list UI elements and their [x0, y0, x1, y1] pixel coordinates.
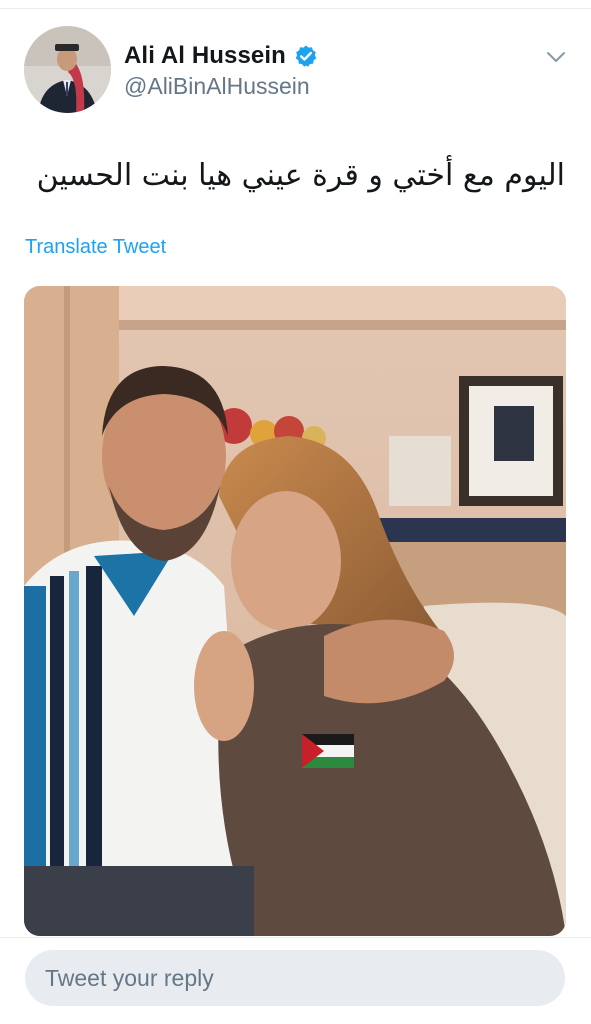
- profile-photo-icon[interactable]: [24, 26, 111, 113]
- user-handle[interactable]: @AliBinAlHussein: [124, 73, 310, 100]
- tweet-photo[interactable]: [24, 286, 566, 936]
- translate-tweet-link[interactable]: Translate Tweet: [25, 236, 166, 259]
- tweet-text: اليوم مع أختي و قرة عيني هيا بنت الحسين: [36, 158, 565, 193]
- tweet-header: Ali Al Hussein @AliBinAlHussein: [24, 26, 569, 116]
- verified-badge-icon: [294, 44, 318, 68]
- reply-input[interactable]: Tweet your reply: [25, 950, 565, 1006]
- bottom-divider: [0, 937, 591, 938]
- chevron-down-icon[interactable]: [543, 44, 569, 70]
- name-row: Ali Al Hussein: [124, 42, 318, 70]
- reply-placeholder: Tweet your reply: [45, 965, 214, 991]
- display-name[interactable]: Ali Al Hussein: [124, 42, 286, 70]
- top-divider: [0, 8, 591, 9]
